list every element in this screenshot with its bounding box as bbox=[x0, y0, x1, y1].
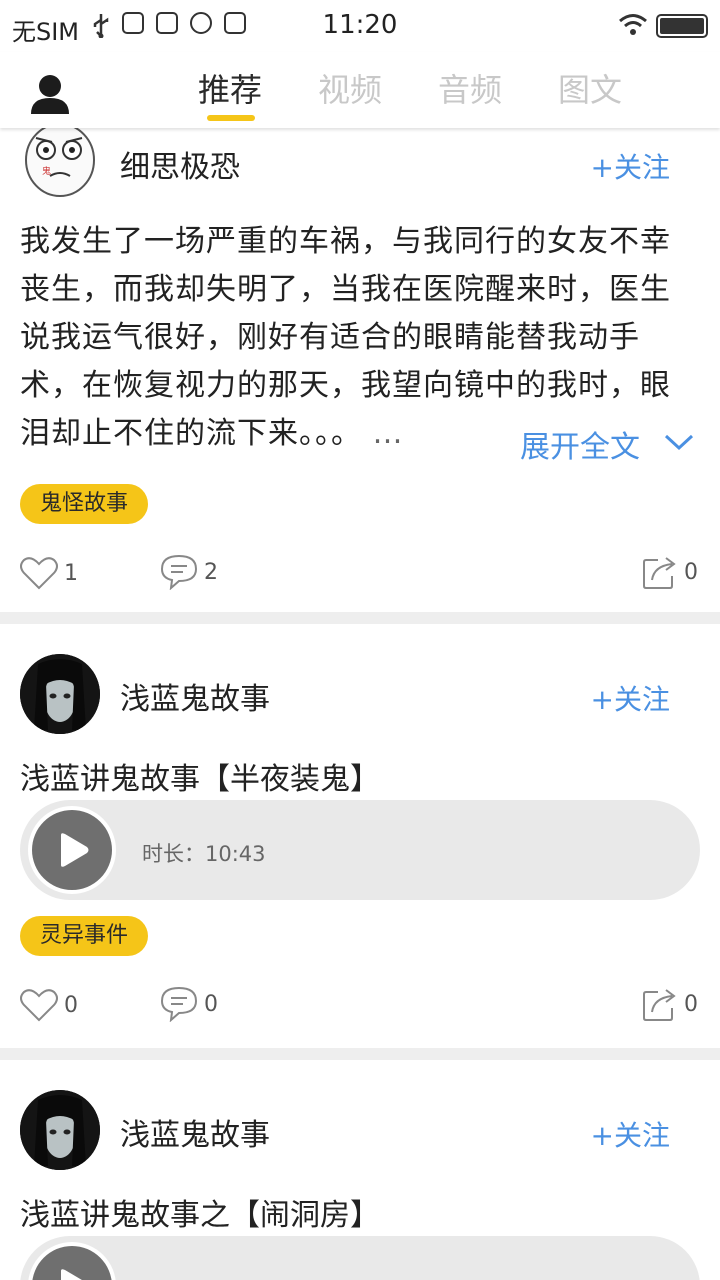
post-title[interactable]: 浅蓝讲鬼故事【半夜装鬼】 bbox=[20, 754, 380, 798]
avatar[interactable] bbox=[20, 1090, 100, 1170]
play-button[interactable] bbox=[32, 1246, 112, 1280]
avatar[interactable] bbox=[20, 654, 100, 734]
post-title[interactable]: 浅蓝讲鬼故事之【闹洞房】 bbox=[20, 1190, 380, 1234]
follow-button[interactable]: +关注 bbox=[591, 678, 670, 718]
author-name[interactable]: 浅蓝鬼故事 bbox=[120, 1110, 270, 1154]
expand-full-text-link[interactable]: 展开全文 bbox=[520, 422, 640, 466]
post-text-line: 我发生了一场严重的车祸，与我同行的女友不幸 bbox=[20, 224, 671, 259]
tab-label: 推荐 bbox=[197, 71, 262, 109]
comment-icon bbox=[160, 986, 198, 1022]
audio-player[interactable]: 时长：10:43 bbox=[20, 800, 700, 900]
status-bar: 无SIM 11:20 bbox=[0, 0, 720, 52]
post-divider bbox=[0, 1048, 720, 1060]
follow-button[interactable]: +关注 bbox=[591, 1114, 670, 1154]
share-icon bbox=[643, 557, 676, 589]
post-text-line: 说我运气很好，刚好有适合的眼睛能替我动手 bbox=[20, 320, 640, 355]
play-button[interactable] bbox=[32, 810, 112, 890]
comment-count: 2 bbox=[204, 559, 218, 585]
clock: 11:20 bbox=[322, 10, 398, 40]
heart-icon bbox=[20, 989, 58, 1022]
comment-button[interactable]: 0 bbox=[160, 986, 218, 1022]
ellipsis: … bbox=[372, 416, 404, 451]
follow-button[interactable]: +关注 bbox=[591, 146, 670, 186]
chevron-down-icon[interactable] bbox=[664, 432, 694, 452]
top-nav: 推荐 视频 音频 图文 bbox=[0, 52, 720, 128]
post-text-line: 丧生，而我却失明了，当我在医院醒来时，医生 bbox=[20, 272, 671, 307]
comment-icon bbox=[160, 554, 198, 590]
battery-icon bbox=[656, 14, 708, 38]
feed-post[interactable]: 浅蓝鬼故事 +关注 浅蓝讲鬼故事之【闹洞房】 bbox=[0, 1060, 720, 1280]
feed-post[interactable]: 浅蓝鬼故事 +关注 浅蓝讲鬼故事【半夜装鬼】 时长：10:43 灵异事件 0 0 bbox=[0, 624, 720, 1048]
category-tag[interactable]: 灵异事件 bbox=[20, 916, 149, 956]
tab-recommend[interactable]: 推荐 bbox=[170, 52, 290, 128]
category-tag[interactable]: 鬼怪故事 bbox=[20, 484, 149, 524]
active-tab-indicator bbox=[207, 115, 255, 121]
heart-icon bbox=[20, 557, 58, 590]
like-count: 0 bbox=[64, 992, 78, 1018]
like-count: 1 bbox=[64, 560, 78, 586]
tab-image-text[interactable]: 图文 bbox=[530, 52, 650, 128]
comment-count: 0 bbox=[204, 991, 218, 1017]
share-icon bbox=[643, 989, 676, 1021]
rage-face-icon: 鬼 bbox=[20, 120, 100, 200]
profile-icon[interactable] bbox=[28, 72, 72, 116]
avatar[interactable]: 鬼 bbox=[20, 120, 100, 200]
share-count: 0 bbox=[684, 559, 698, 585]
play-icon bbox=[61, 833, 89, 867]
author-name[interactable]: 细思极恐 bbox=[120, 142, 240, 186]
tab-label: 音频 bbox=[437, 71, 502, 109]
ghost-face-icon bbox=[20, 1090, 100, 1170]
share-button[interactable]: 0 bbox=[642, 554, 698, 590]
ghost-face-icon bbox=[20, 654, 100, 734]
post-text-line: 术，在恢复视力的那天，我望向镜中的我时，眼 bbox=[20, 368, 671, 403]
svg-text:鬼: 鬼 bbox=[42, 165, 51, 177]
tab-video[interactable]: 视频 bbox=[290, 52, 410, 128]
audio-player[interactable] bbox=[20, 1236, 700, 1280]
like-button[interactable]: 0 bbox=[20, 988, 78, 1022]
author-name[interactable]: 浅蓝鬼故事 bbox=[120, 674, 270, 718]
comment-button[interactable]: 2 bbox=[160, 554, 218, 590]
audio-duration: 时长：10:43 bbox=[142, 842, 266, 866]
category-tabs: 推荐 视频 音频 图文 bbox=[170, 52, 650, 128]
share-count: 0 bbox=[684, 991, 698, 1017]
play-icon bbox=[61, 1269, 82, 1280]
tab-label: 视频 bbox=[317, 71, 382, 109]
feed-post[interactable]: 鬼 细思极恐 +关注 我发生了一场严重的车祸，与我同行的女友不幸 丧生，而我却失… bbox=[0, 120, 720, 612]
share-button[interactable]: 0 bbox=[642, 986, 698, 1022]
post-divider bbox=[0, 612, 720, 624]
like-button[interactable]: 1 bbox=[20, 556, 78, 590]
tab-label: 图文 bbox=[557, 71, 622, 109]
feed: 鬼 细思极恐 +关注 我发生了一场严重的车祸，与我同行的女友不幸 丧生，而我却失… bbox=[0, 120, 720, 1280]
tab-audio[interactable]: 音频 bbox=[410, 52, 530, 128]
wifi-icon bbox=[619, 14, 647, 35]
